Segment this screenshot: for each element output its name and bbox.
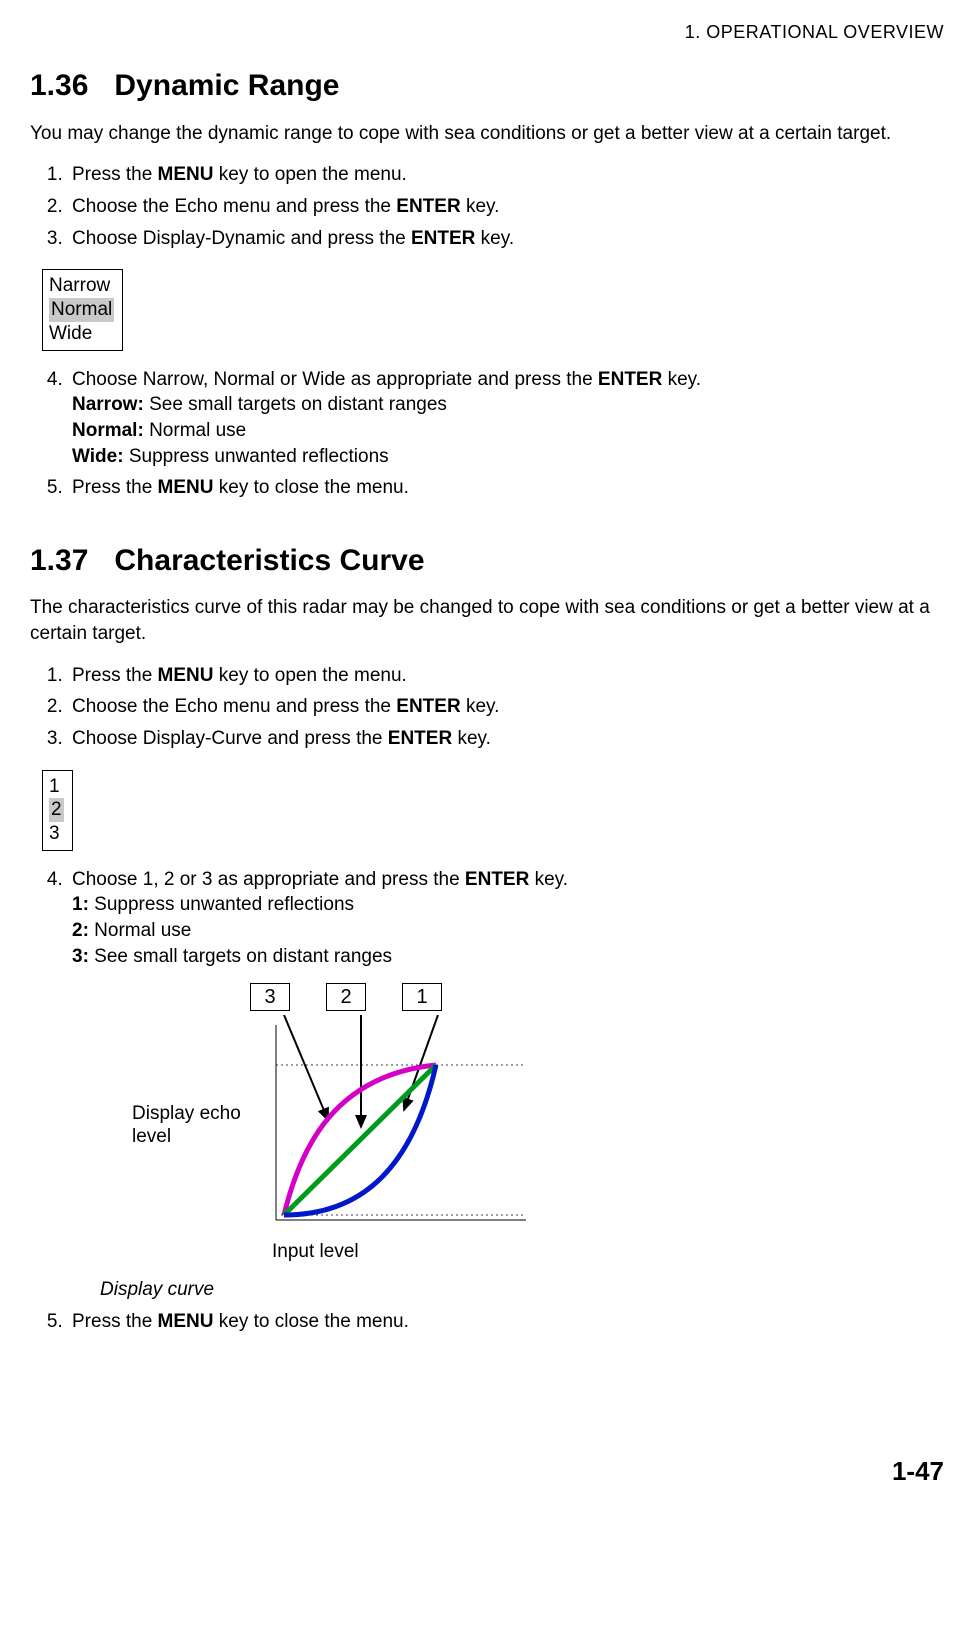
curve-label-2: 2 (326, 983, 366, 1011)
curve-chart-icon (266, 1015, 536, 1235)
option-desc: 3: See small targets on distant ranges (72, 944, 944, 970)
option-2: 2 (49, 798, 64, 822)
curve-label-3: 3 (250, 983, 290, 1011)
option-normal: Normal (49, 298, 114, 322)
x-axis-label: Input level (272, 1239, 562, 1265)
section-heading: 1.36 Dynamic Range (30, 66, 944, 107)
option-desc: Normal: Normal use (72, 418, 944, 444)
list-item: Press the MENU key to close the menu. (68, 1309, 944, 1335)
section-intro: The characteristics curve of this radar … (30, 595, 944, 646)
options-box: 1 2 3 (42, 770, 73, 851)
option-desc: 1: Suppress unwanted reflections (72, 892, 944, 918)
list-item: Press the MENU key to open the menu. (68, 663, 944, 689)
steps-list: Press the MENU key to open the menu. Cho… (30, 663, 944, 752)
figure-display-curve: 3 2 1 Display echo level (132, 983, 562, 1265)
section-number: 1.36 (30, 69, 88, 102)
list-item: Press the MENU key to open the menu. (68, 162, 944, 188)
section-intro: You may change the dynamic range to cope… (30, 121, 944, 147)
option-desc: Wide: Suppress unwanted reflections (72, 444, 944, 470)
list-item: Press the MENU key to close the menu. (68, 475, 944, 501)
option-narrow: Narrow (49, 274, 114, 298)
page-number: 1-47 (30, 1454, 944, 1489)
list-item: Choose Display-Dynamic and press the ENT… (68, 226, 944, 252)
section-heading: 1.37 Characteristics Curve (30, 541, 944, 582)
steps-list: Press the MENU key to open the menu. Cho… (30, 162, 944, 251)
list-item: Choose the Echo menu and press the ENTER… (68, 694, 944, 720)
option-desc: Narrow: See small targets on distant ran… (72, 392, 944, 418)
steps-list: Choose 1, 2 or 3 as appropriate and pres… (30, 867, 944, 1334)
list-item: Choose Display-Curve and press the ENTER… (68, 726, 944, 752)
figure-caption: Display curve (100, 1277, 944, 1303)
option-desc: 2: Normal use (72, 918, 944, 944)
section-title: Dynamic Range (114, 69, 339, 102)
list-item: Choose Narrow, Normal or Wide as appropr… (68, 367, 944, 470)
steps-list: Choose Narrow, Normal or Wide as appropr… (30, 367, 944, 501)
option-1: 1 (49, 775, 64, 799)
list-item: Choose 1, 2 or 3 as appropriate and pres… (68, 867, 944, 1303)
list-item: Choose the Echo menu and press the ENTER… (68, 194, 944, 220)
options-box: Narrow Normal Wide (42, 269, 123, 350)
option-3: 3 (49, 822, 64, 846)
page-header: 1. OPERATIONAL OVERVIEW (30, 20, 944, 44)
y-axis-label: Display echo level (132, 1102, 260, 1150)
curve-label-1: 1 (402, 983, 442, 1011)
section-number: 1.37 (30, 544, 88, 577)
section-title: Characteristics Curve (114, 544, 424, 577)
option-wide: Wide (49, 322, 114, 346)
curve-labels: 3 2 1 (250, 983, 562, 1011)
